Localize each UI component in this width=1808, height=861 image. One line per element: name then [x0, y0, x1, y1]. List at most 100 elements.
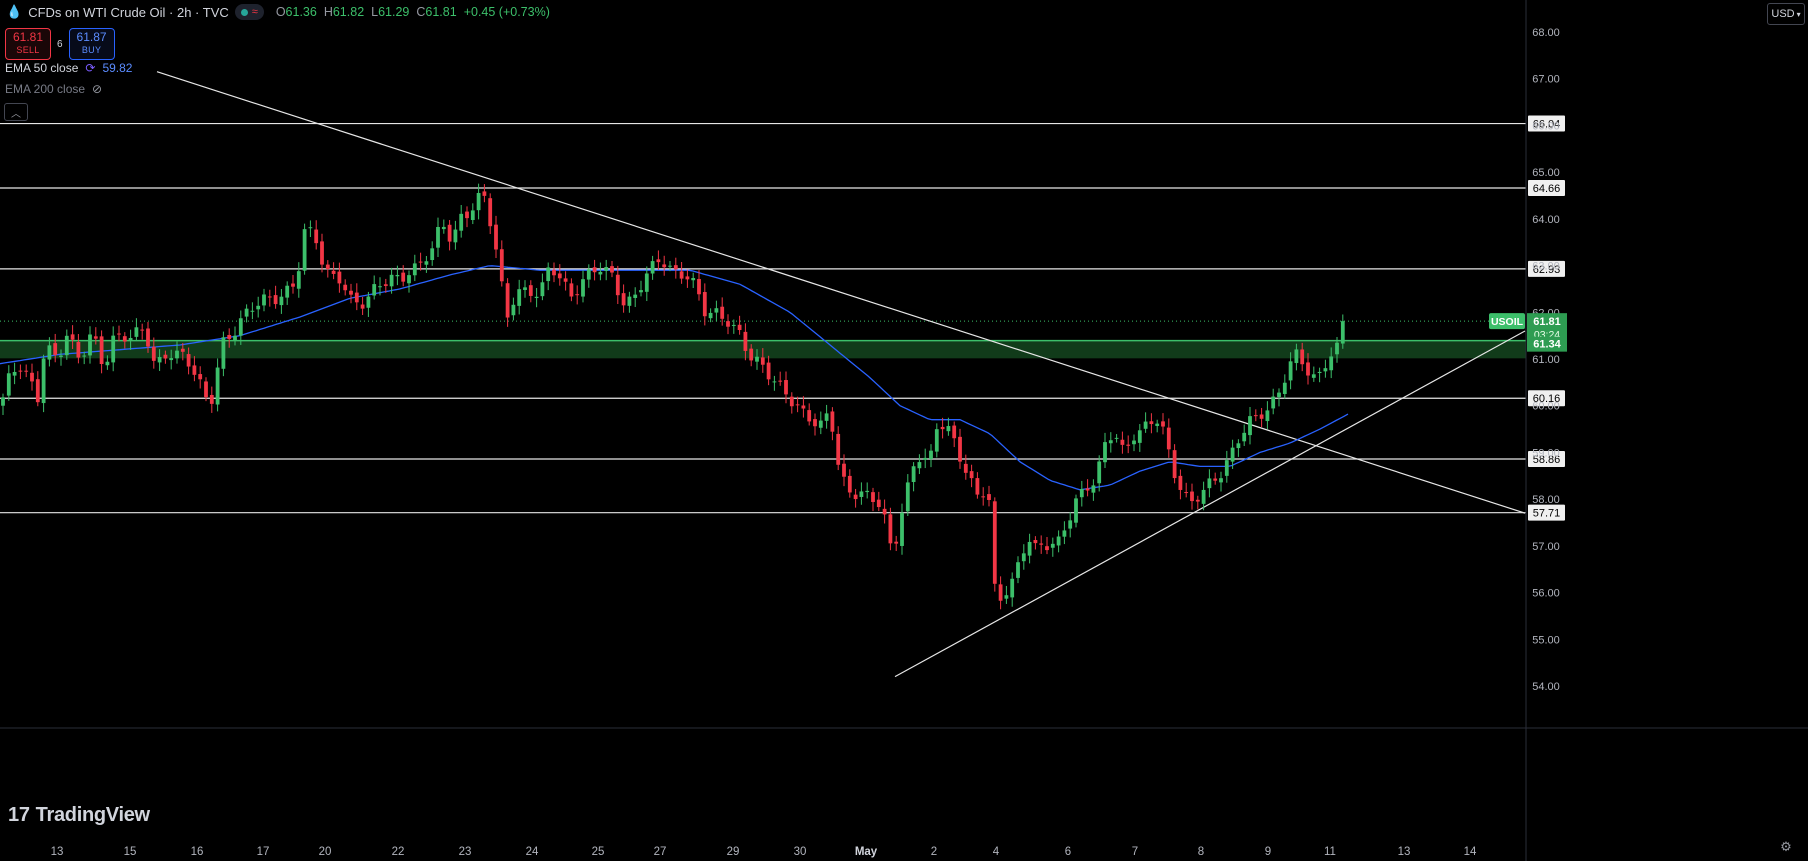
candle-body — [151, 346, 156, 361]
candle-body — [233, 335, 237, 341]
buy-price: 61.87 — [76, 30, 107, 44]
candle-body — [175, 350, 179, 359]
candle-body — [1311, 374, 1316, 378]
candle-body — [1091, 485, 1096, 493]
candle-body — [1004, 595, 1009, 599]
candle-body — [755, 356, 759, 362]
candle-body — [1161, 421, 1165, 427]
candle-body — [668, 265, 672, 267]
candle-body — [82, 355, 87, 357]
candle-body — [244, 308, 249, 317]
candle-body — [517, 289, 522, 306]
tradingview-mark-icon: 17 — [8, 804, 30, 826]
candle-body — [621, 293, 626, 306]
candle-body — [830, 411, 835, 432]
candle-body — [296, 271, 301, 289]
candle-body — [192, 365, 197, 375]
candle-body — [238, 318, 243, 336]
market-status-pill[interactable]: ≈ — [234, 4, 264, 20]
symbol-title[interactable]: CFDs on WTI Crude Oil · 2h · TVC — [28, 5, 229, 20]
candle-body — [859, 491, 864, 497]
candle-body — [204, 381, 208, 398]
candle-body — [528, 285, 533, 296]
candle-body — [760, 357, 765, 365]
price-tick-label: 57.00 — [1532, 541, 1560, 553]
trendline-descending — [156, 71, 1526, 514]
time-tick-label: 15 — [124, 846, 137, 858]
collapse-legend-button[interactable]: ︿ — [4, 103, 28, 121]
candle-body — [836, 433, 841, 465]
indicator-ema50[interactable]: EMA 50 close ⟳ 59.82 — [5, 61, 132, 75]
ohlc-open: 61.36 — [285, 5, 317, 19]
candle-body — [1248, 416, 1252, 436]
time-tick-label: May — [855, 846, 878, 858]
price-tick-label: 63.00 — [1532, 261, 1560, 273]
trade-buttons: 61.81 SELL 6 61.87 BUY — [5, 28, 115, 60]
candle-body — [610, 266, 614, 273]
candle-body — [871, 492, 875, 502]
currency-select[interactable]: USD ▾ — [1767, 3, 1805, 25]
level-label: 64.66 — [1533, 183, 1561, 195]
candle-body — [569, 283, 574, 297]
indicator-name: EMA 200 close — [5, 82, 86, 96]
ohlc-values: O61.36 H61.82 L61.29 C61.81 +0.45 (+0.73… — [275, 5, 550, 19]
hidden-eye-icon[interactable]: ⊘ — [92, 82, 102, 96]
candle-body — [64, 335, 69, 356]
candle-body — [842, 463, 846, 477]
candle-body — [262, 294, 266, 306]
candle-body — [917, 462, 922, 469]
candle-body — [1016, 562, 1020, 578]
price-tick-label: 64.00 — [1532, 214, 1560, 226]
candle-body — [1306, 362, 1310, 376]
candle-body — [923, 457, 928, 460]
settings-button[interactable]: ⚙ — [1776, 838, 1796, 856]
candle-body — [1114, 437, 1119, 439]
candle-body — [720, 306, 725, 319]
tradingview-logo[interactable]: 17 TradingView — [8, 804, 150, 827]
candle-body — [1265, 410, 1270, 422]
candle-body — [946, 426, 951, 432]
candle-body — [1288, 361, 1293, 381]
price-chart[interactable]: 66.0464.6662.9360.1658.8657.71 54.00 55.0… — [0, 0, 1808, 861]
candle-body — [1143, 421, 1148, 429]
price-tick-label: 56.00 — [1532, 588, 1560, 600]
time-tick-label: 14 — [1464, 846, 1477, 858]
candle-body — [1282, 382, 1287, 394]
candle-body — [1253, 415, 1258, 417]
indicator-value: 59.82 — [102, 61, 133, 75]
candle-body — [349, 290, 353, 295]
candle-body — [1178, 475, 1183, 490]
candle-body — [250, 310, 255, 312]
candle-body — [546, 267, 551, 282]
candle-body — [418, 261, 423, 263]
candle-body — [157, 357, 162, 363]
sell-button[interactable]: 61.81 SELL — [5, 28, 51, 60]
candle-body — [685, 276, 690, 280]
time-tick-label: 25 — [592, 846, 605, 858]
chevron-up-icon: ︿ — [11, 108, 21, 120]
candle-body — [35, 379, 40, 403]
candle-body — [273, 295, 278, 305]
candle-body — [963, 463, 968, 473]
price-tick-label: 59.00 — [1532, 447, 1560, 459]
candle-body — [1149, 421, 1154, 425]
candle-body — [888, 514, 893, 544]
candle-body — [24, 370, 29, 372]
candle-body — [940, 426, 945, 430]
market-open-icon — [240, 8, 248, 16]
candle-body — [766, 362, 771, 380]
sell-price: 61.81 — [12, 30, 44, 44]
candle-body — [314, 229, 319, 244]
buy-button[interactable]: 61.87 BUY — [68, 28, 115, 60]
candle-body — [378, 286, 382, 288]
candle-body — [1300, 349, 1305, 365]
candle-body — [354, 292, 359, 303]
candle-body — [325, 264, 330, 270]
candle-body — [714, 308, 719, 313]
indicator-ema200[interactable]: EMA 200 close ⊘ — [5, 82, 102, 96]
candle-body — [209, 394, 214, 404]
candle-body — [291, 283, 295, 287]
candle-body — [360, 304, 365, 309]
indicator-name: EMA 50 close — [5, 61, 79, 75]
candle-body — [308, 227, 313, 229]
